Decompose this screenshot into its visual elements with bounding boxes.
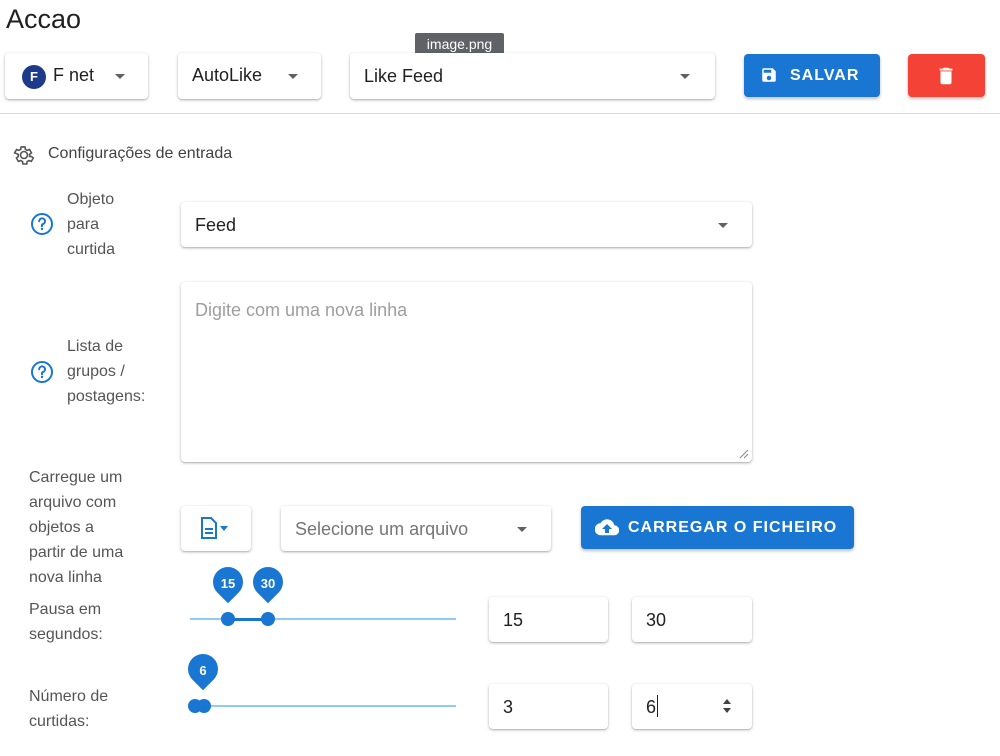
- object-select[interactable]: Feed: [181, 202, 752, 247]
- chevron-down-icon: [680, 74, 690, 79]
- groups-textarea[interactable]: Digite com uma nova linha: [181, 282, 752, 462]
- section-title: Configurações de entrada: [48, 145, 233, 162]
- likes-max-input[interactable]: 6: [632, 684, 752, 729]
- type-value: AutoLike: [192, 65, 263, 85]
- account-name: F net: [53, 65, 95, 85]
- pause-label: Pausa em segundos:: [29, 601, 103, 643]
- save-label: SALVAR: [790, 67, 860, 84]
- likes-slider-track[interactable]: [190, 705, 456, 707]
- file-type-button[interactable]: [181, 506, 251, 551]
- likes-pin-label: 6: [199, 663, 207, 678]
- likes-min-value: 3: [503, 697, 514, 717]
- save-icon: [762, 68, 776, 82]
- likes-max-thumb[interactable]: [197, 699, 211, 713]
- chevron-down-icon: [288, 74, 298, 79]
- groups-placeholder: Digite com uma nova linha: [195, 300, 408, 320]
- resize-handle-icon[interactable]: [739, 449, 749, 459]
- pause-max-input[interactable]: 30: [632, 597, 752, 642]
- upload-file-label: CARREGAR O FICHEIRO: [628, 519, 838, 536]
- chevron-down-icon: [517, 527, 527, 532]
- chevron-down-icon: [115, 74, 125, 79]
- upload-file-button[interactable]: CARREGAR O FICHEIRO: [581, 506, 854, 549]
- file-select[interactable]: Selecione um arquivo: [281, 506, 551, 551]
- pause-min-thumb[interactable]: [221, 612, 235, 626]
- gear-icon: [13, 146, 35, 165]
- likes-label: Número de curtidas:: [29, 688, 109, 730]
- account-avatar: F: [22, 65, 46, 89]
- file-icon: [201, 517, 228, 539]
- pause-min-value: 15: [503, 610, 524, 630]
- file-select-value: Selecione um arquivo: [295, 519, 469, 539]
- action-value: Like Feed: [364, 66, 444, 86]
- type-select[interactable]: AutoLike: [178, 53, 321, 99]
- action-select[interactable]: Like Feed: [350, 53, 715, 99]
- save-button[interactable]: SALVAR: [744, 54, 880, 97]
- pause-max-pin-label: 30: [260, 576, 276, 591]
- trash-icon: [939, 67, 953, 85]
- divider: [0, 113, 1000, 114]
- pause-min-pin-label: 15: [220, 576, 236, 591]
- object-label: Objeto para curtida: [67, 191, 116, 258]
- cloud-upload-icon: [595, 519, 619, 536]
- account-select[interactable]: F F net: [5, 53, 148, 99]
- help-icon[interactable]: [30, 212, 54, 236]
- likes-max-value: 6: [646, 697, 657, 717]
- number-spinner-icon[interactable]: [721, 695, 733, 717]
- help-icon[interactable]: [30, 360, 54, 384]
- pause-max-value: 30: [646, 610, 667, 630]
- likes-min-input[interactable]: 3: [489, 684, 608, 729]
- pause-min-input[interactable]: 15: [489, 597, 608, 642]
- delete-button[interactable]: [908, 54, 985, 97]
- page-title: Accao: [6, 4, 82, 34]
- upload-label: Carregue um arquivo com objetos a partir…: [29, 469, 124, 586]
- text-cursor: [657, 695, 658, 717]
- pause-max-thumb[interactable]: [261, 612, 275, 626]
- chevron-down-icon: [718, 223, 728, 228]
- groups-label: Lista de grupos / postagens:: [67, 338, 146, 405]
- object-value: Feed: [195, 215, 237, 235]
